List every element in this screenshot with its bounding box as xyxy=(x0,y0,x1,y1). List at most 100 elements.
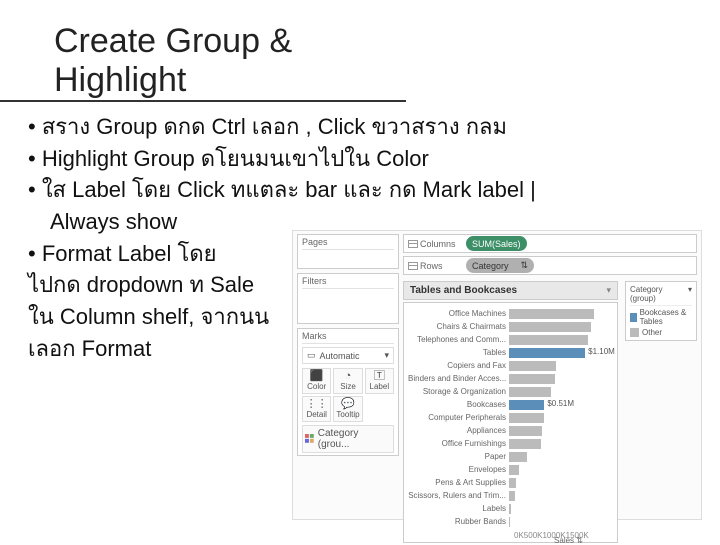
bar-label: Office Machines xyxy=(408,309,506,318)
legend-item[interactable]: Other xyxy=(630,328,692,337)
bar-row[interactable]: Office Machines xyxy=(408,307,613,320)
bar-fill[interactable] xyxy=(509,452,527,462)
bar-label: Tables xyxy=(408,348,506,357)
chevron-down-icon: ▾ xyxy=(384,350,389,361)
columns-shelf[interactable]: Columns SUM(Sales) xyxy=(403,234,697,253)
bar-label: Copiers and Fax xyxy=(408,361,506,370)
rows-pill[interactable]: Category ⇅ xyxy=(466,258,534,273)
chevron-down-icon[interactable]: ▾ xyxy=(606,285,611,296)
bar-icon: ▭ xyxy=(307,350,316,361)
bar-label: Labels xyxy=(408,504,506,513)
legend-swatch-icon xyxy=(630,313,637,322)
bar-label: Paper xyxy=(408,452,506,461)
bar-label: Office Furnishings xyxy=(408,439,506,448)
bar-fill[interactable] xyxy=(509,465,519,475)
bar-fill[interactable] xyxy=(509,335,588,345)
tableau-screenshot: Pages Filters Marks ▭ Automatic ▾ ⬛Color… xyxy=(292,230,702,520)
page-title: Create Group & Highlight xyxy=(0,0,406,102)
bar-fill[interactable] xyxy=(509,491,515,501)
bar-row[interactable]: Computer Peripherals xyxy=(408,411,613,424)
columns-pill[interactable]: SUM(Sales) xyxy=(466,236,527,251)
sort-indicator-icon: ⇅ xyxy=(576,536,583,545)
bar-row[interactable]: Bookcases$0.51M xyxy=(408,398,613,411)
bar-fill[interactable] xyxy=(509,504,511,514)
bar-fill[interactable] xyxy=(509,439,541,449)
color-legend[interactable]: Category (group)▾ Bookcases & Tables Oth… xyxy=(625,281,697,341)
x-axis-label: Sales ⇅ xyxy=(554,536,583,545)
x-axis: 0K 500K 1000K 1500K xyxy=(514,531,547,540)
bar-row[interactable]: Copiers and Fax xyxy=(408,359,613,372)
bullet-3: • ใส Label โดย Click ทแตละ bar และ กด Ma… xyxy=(28,175,550,205)
label-icon: 🅃 xyxy=(374,371,385,382)
bar-row[interactable]: Appliances xyxy=(408,424,613,437)
marks-color-button[interactable]: ⬛Color xyxy=(302,368,331,394)
rows-icon xyxy=(408,262,418,270)
marks-type-dropdown[interactable]: ▭ Automatic ▾ xyxy=(302,347,394,364)
bar-fill[interactable] xyxy=(509,361,556,371)
bar-row[interactable]: Paper xyxy=(408,450,613,463)
marks-size-button[interactable]: ◔Size xyxy=(333,368,362,394)
legend-item[interactable]: Bookcases & Tables xyxy=(630,308,692,326)
chart-area[interactable]: Office Machines Chairs & Chairmats Telepho… xyxy=(403,302,618,543)
bar-row[interactable]: Telephones and Comm... xyxy=(408,333,613,346)
columns-icon xyxy=(408,240,418,248)
bar-row[interactable]: Office Furnishings xyxy=(408,437,613,450)
bar-label: Envelopes xyxy=(408,465,506,474)
bar-label: Pens & Art Supplies xyxy=(408,478,506,487)
pages-shelf[interactable]: Pages xyxy=(297,234,399,269)
bar-row[interactable]: Binders and Binder Acces... xyxy=(408,372,613,385)
bar-row[interactable]: Envelopes xyxy=(408,463,613,476)
bar-fill[interactable] xyxy=(509,374,555,384)
bar-label: Scissors, Rulers and Trim... xyxy=(408,491,506,500)
chevron-down-icon[interactable]: ▾ xyxy=(688,285,692,303)
bar-row[interactable]: Storage & Organization xyxy=(408,385,613,398)
marks-auto-text: Automatic xyxy=(320,351,360,361)
bar-row[interactable]: Tables $1.10M xyxy=(408,346,613,359)
bar-row[interactable]: Scissors, Rulers and Trim... xyxy=(408,489,613,502)
bar-row[interactable]: Pens & Art Supplies xyxy=(408,476,613,489)
pages-label: Pages xyxy=(302,237,394,250)
bar-label: Computer Peripherals xyxy=(408,413,506,422)
size-icon: ◔ xyxy=(345,371,352,382)
tooltip-icon: 💬 xyxy=(341,399,355,410)
bar-fill[interactable] xyxy=(509,387,551,397)
legend-swatch-icon xyxy=(630,328,639,337)
bar-label: Storage & Organization xyxy=(408,387,506,396)
bar-label: Bookcases xyxy=(408,400,506,409)
bar-row[interactable]: Rubber Bands xyxy=(408,515,613,528)
bar-fill[interactable] xyxy=(509,322,591,332)
legend-title: Category (group) xyxy=(630,285,688,303)
marks-detail-button[interactable]: ⋮⋮Detail xyxy=(302,396,331,422)
marks-label: Marks xyxy=(302,331,394,344)
chart-title: Tables and Bookcases xyxy=(410,285,517,296)
detail-icon: ⋮⋮ xyxy=(306,399,328,410)
color-icon: ⬛ xyxy=(310,371,324,382)
marks-color-pill[interactable]: Category (grou... xyxy=(302,425,394,453)
rows-shelf[interactable]: Rows Category ⇅ xyxy=(403,256,697,275)
color-legend-icon xyxy=(305,434,315,444)
bar-fill[interactable] xyxy=(509,400,544,410)
filters-label: Filters xyxy=(302,276,394,289)
bar-fill[interactable] xyxy=(509,348,585,358)
bullet-1: • สราง Group ดกด Ctrl เลอก , Click ขวาสร… xyxy=(28,112,550,142)
marks-card[interactable]: Marks ▭ Automatic ▾ ⬛Color ◔Size 🅃Label … xyxy=(297,328,399,456)
bar-row[interactable]: Chairs & Chairmats xyxy=(408,320,613,333)
bar-label: Telephones and Comm... xyxy=(408,335,506,344)
bar-label: Appliances xyxy=(408,426,506,435)
bar-row[interactable]: Labels xyxy=(408,502,613,515)
bar-fill[interactable] xyxy=(509,517,510,527)
marks-tooltip-button[interactable]: 💬Tooltip xyxy=(333,396,362,422)
bar-fill[interactable] xyxy=(509,309,594,319)
marks-label-button[interactable]: 🅃Label xyxy=(365,368,394,394)
sort-icon: ⇅ xyxy=(520,260,528,271)
bar-fill[interactable] xyxy=(509,413,544,423)
bar-label: Binders and Binder Acces... xyxy=(408,374,506,383)
bar-label: Chairs & Chairmats xyxy=(408,322,506,331)
bar-fill[interactable] xyxy=(509,478,516,488)
bar-fill[interactable] xyxy=(509,426,542,436)
bullet-2: • Highlight Group ดโยนมนเขาไปใน Color xyxy=(28,144,550,174)
bar-label: Rubber Bands xyxy=(408,517,506,526)
filters-shelf[interactable]: Filters xyxy=(297,273,399,324)
bar-value-label: $1.10M xyxy=(588,347,615,356)
chart-title-bar[interactable]: Tables and Bookcases ▾ xyxy=(403,281,618,300)
